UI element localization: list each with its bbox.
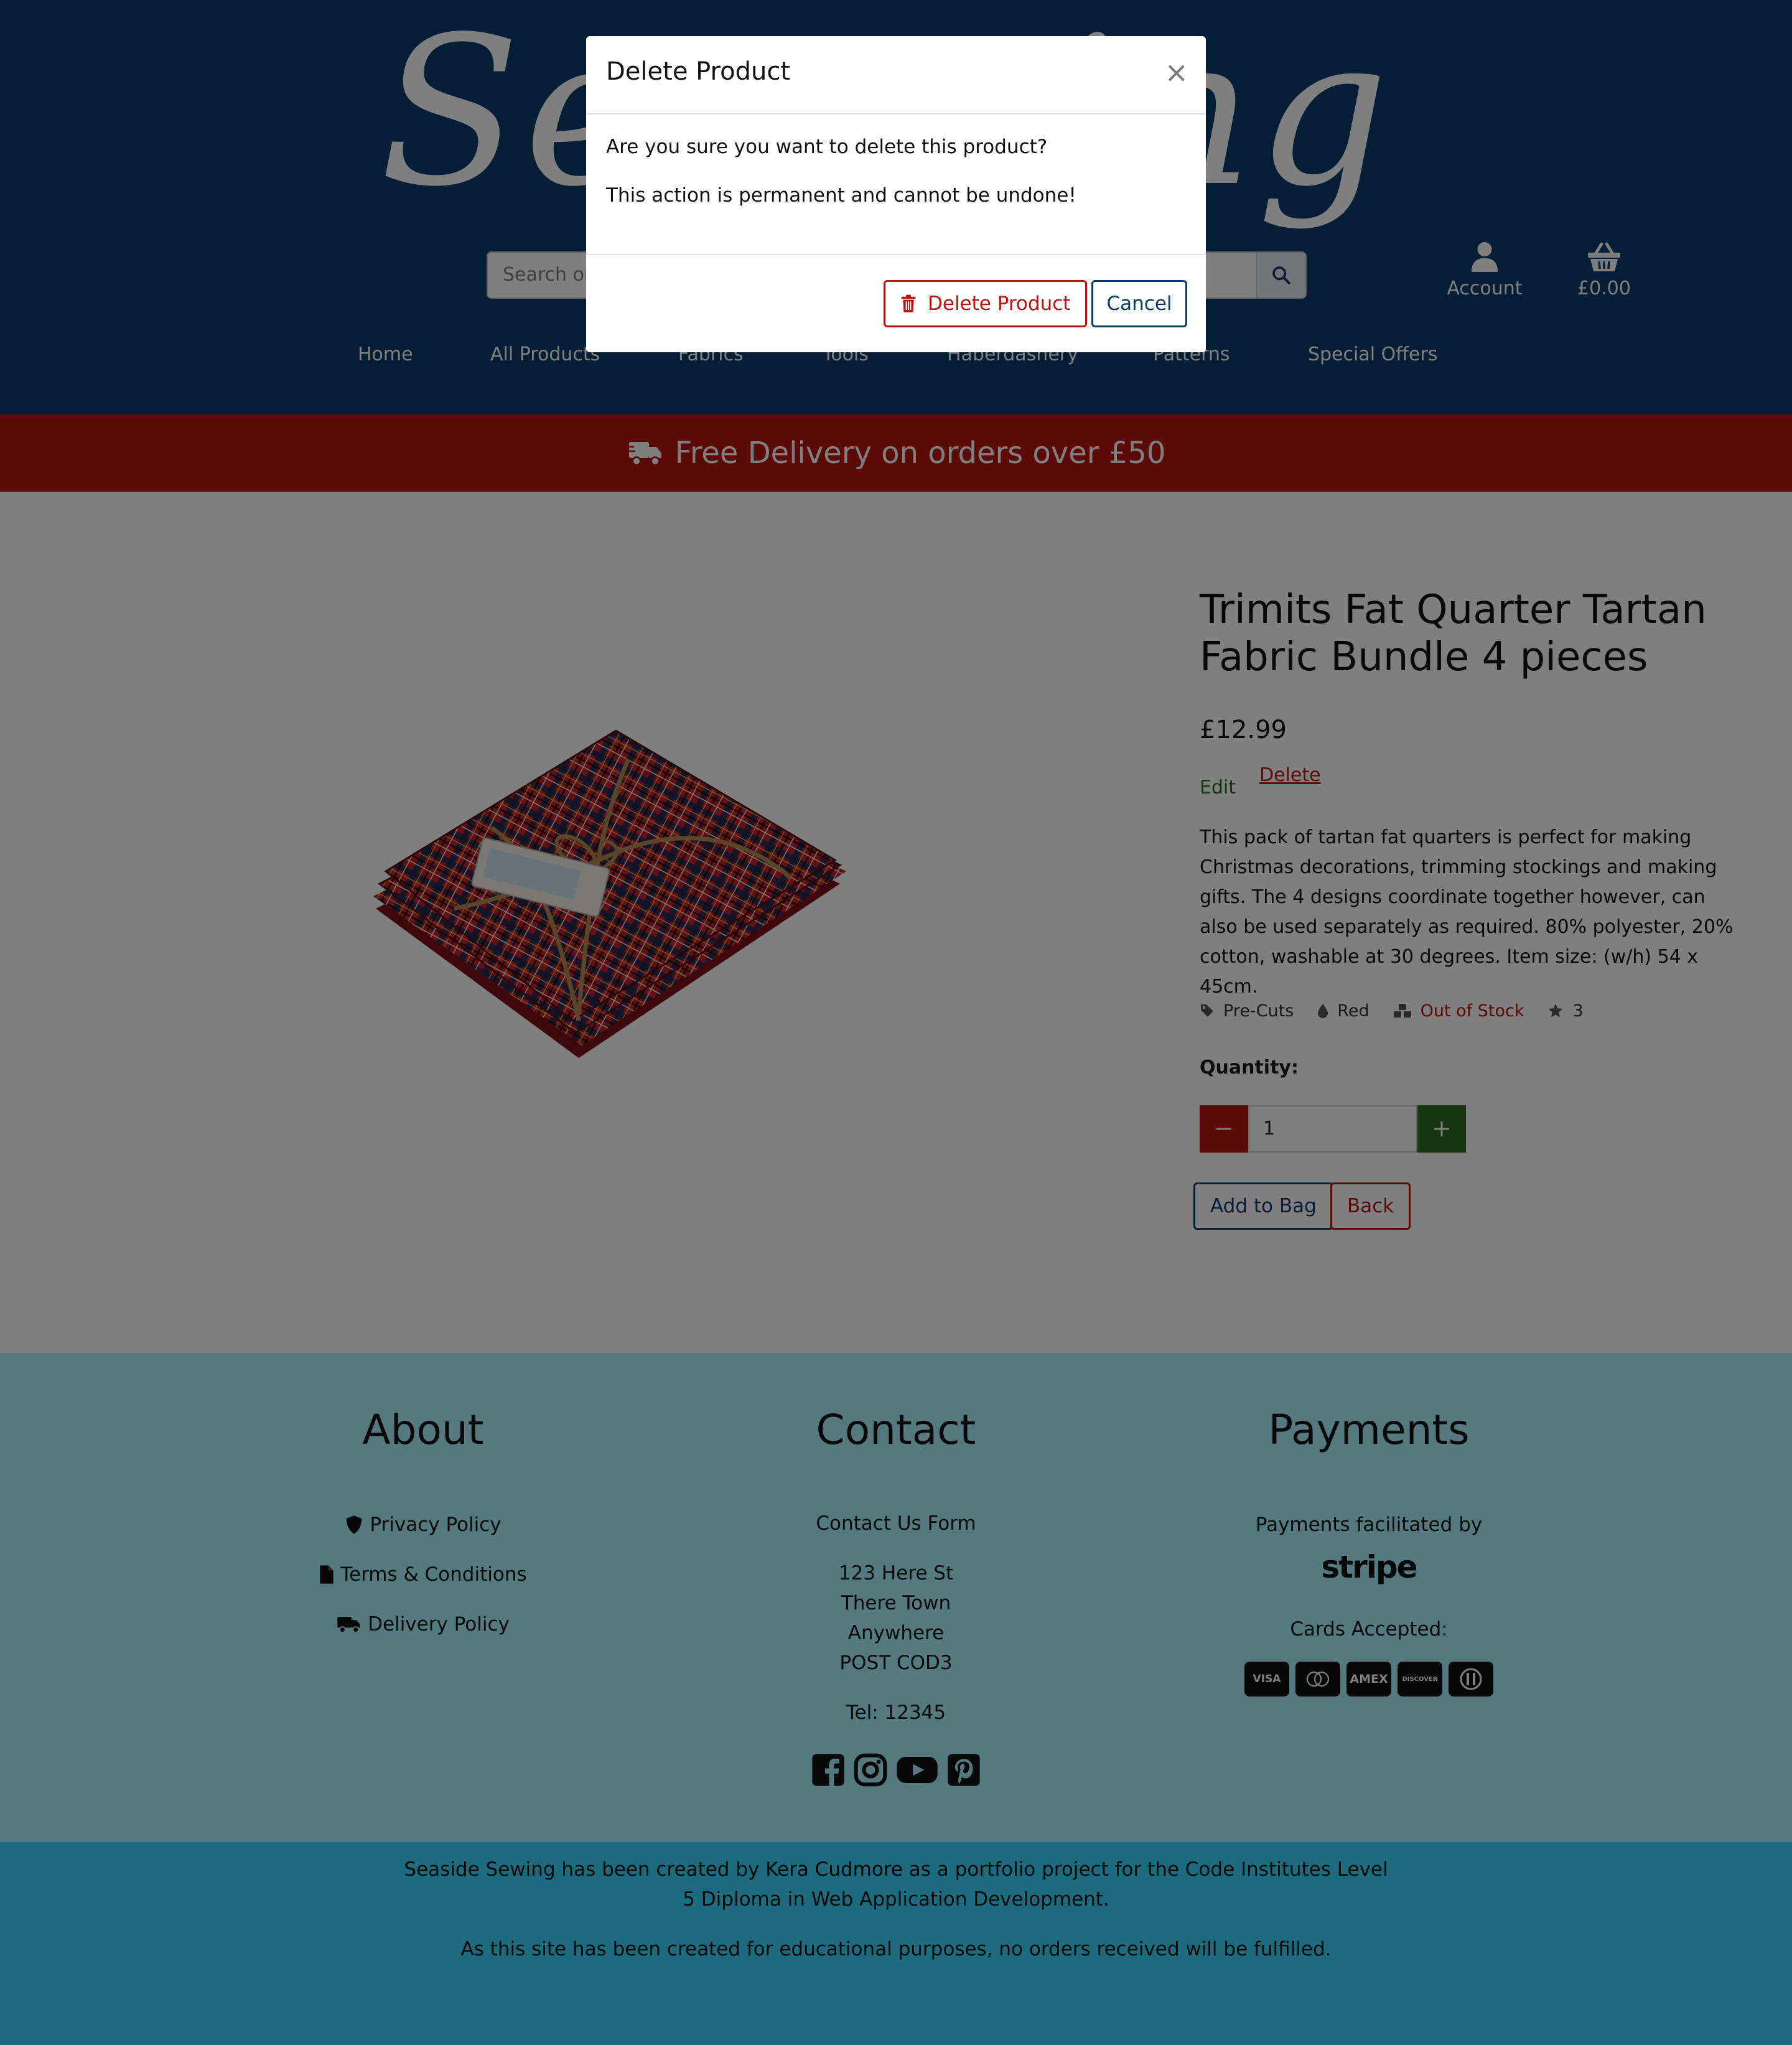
confirm-message: Are you sure you want to delete this pro… — [606, 136, 1048, 158]
modal-footer: Delete Product Cancel — [586, 254, 1206, 352]
close-icon[interactable]: × — [1164, 55, 1188, 90]
confirm-delete-label: Delete Product — [928, 292, 1071, 315]
cancel-button[interactable]: Cancel — [1091, 280, 1187, 327]
modal-body: Are you sure you want to delete this pro… — [606, 132, 1185, 229]
warning-message: This action is permanent and cannot be u… — [606, 184, 1076, 207]
delete-product-modal: Delete Product × Are you sure you want t… — [586, 36, 1206, 352]
confirm-delete-button[interactable]: Delete Product — [884, 280, 1088, 327]
modal-header: Delete Product × — [586, 36, 1206, 115]
modal-title: Delete Product — [606, 57, 791, 86]
trash-icon — [901, 294, 916, 312]
